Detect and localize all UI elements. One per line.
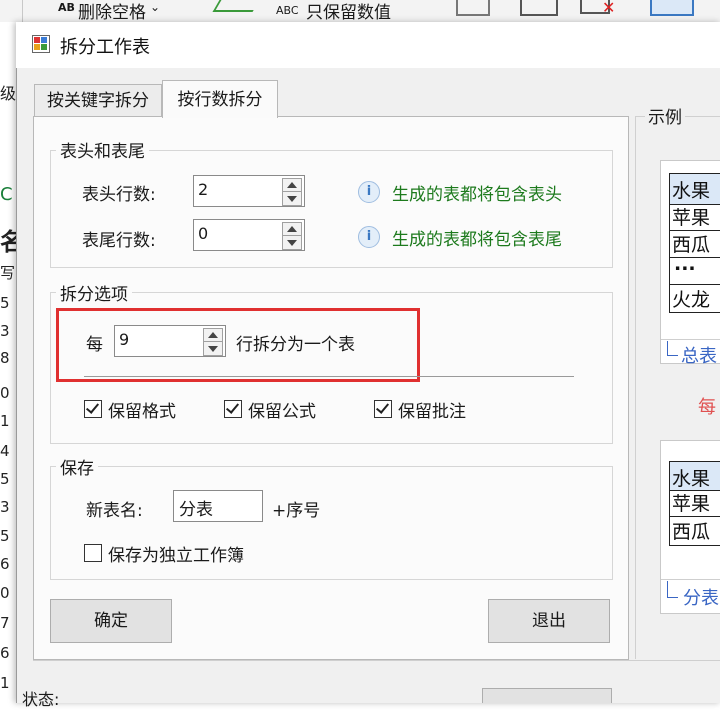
keep-comments-checkbox[interactable] [374,400,392,418]
dialog-title: 拆分工作表 [60,37,150,58]
keep-values-button[interactable]: 只保留数值 [306,0,391,23]
arrow-up-icon[interactable] [287,182,297,188]
list-item: 写 [0,264,16,282]
list-item: ... [669,253,720,285]
info-icon: i [358,181,380,203]
example-top-preview: 水果 苹果 西瓜 ... 火龙 总表 [660,160,720,367]
sheet-tab-total: 总表 [681,346,717,367]
header-rows-label: 表头行数: [82,185,156,205]
list-item: 8 [0,349,10,367]
footer-rows-value: 0 [198,224,209,243]
rows-suffix-label: 行拆分为一个表 [236,335,355,355]
example-bottom-preview: 水果 苹果 西瓜 分表 [660,440,720,614]
list-item: 西瓜 [669,516,720,546]
every-label: 每 [86,335,103,355]
table-icon [650,0,694,16]
sheet-name-label: 新表名: [86,501,143,521]
checkmark-icon [212,0,260,12]
spin-buttons[interactable] [203,328,223,356]
list-item: 水果 [669,461,720,491]
list-item: 级 [0,84,16,103]
header-info-text: 生成的表都将包含表头 [392,185,562,205]
delete-sheet-icon: ✕ [580,0,620,17]
rows-per-sheet-value: 9 [119,330,130,349]
list-item: 名 [0,228,16,256]
spin-buttons[interactable] [282,222,302,250]
list-item: 6 [0,644,10,662]
chevron-down-icon: ⌄ [150,0,161,14]
keep-formula-checkbox[interactable] [224,400,242,418]
list-item: 1 [0,412,10,430]
paste-icon [456,0,490,16]
ab-prefix: AB [58,1,75,14]
info-icon: i [358,226,380,248]
sheet-tab-split: 分表 [683,588,719,609]
list-item: 7 [0,614,10,632]
list-item: 1 [0,674,10,692]
example-legend: 示例 [645,103,685,128]
list-item: 0 [0,384,10,402]
independent-workbook-checkbox[interactable] [84,544,102,562]
header-footer-legend: 表头和表尾 [56,137,149,162]
list-item: 5 [0,527,10,545]
ok-button[interactable]: 确定 [50,599,172,643]
delete-spaces-button[interactable]: 删除空格 [78,0,146,23]
list-item: 5 [0,294,10,312]
example-arrow-text: 每 [698,397,716,418]
footer-rows-label: 表尾行数: [82,231,156,251]
split-options-legend: 拆分选项 [56,280,132,305]
list-item: 苹果 [669,203,720,231]
arrow-up-icon[interactable] [287,226,297,232]
list-item: 4 [0,442,10,460]
sheet-name-suffix: +序号 [272,501,321,521]
status-button[interactable] [482,688,612,703]
tab-row-split[interactable]: 按行数拆分 [162,80,278,118]
keep-formula-label: 保留公式 [248,402,316,422]
exit-button[interactable]: 退出 [488,599,610,643]
list-item: 火龙 [669,284,720,313]
list-item: 0 [0,584,10,602]
arrow-down-icon[interactable] [287,196,297,202]
header-rows-stepper[interactable]: 2 [193,175,305,207]
sheet-name-input[interactable]: 分表 [173,490,263,522]
divider [84,376,574,377]
abc-prefix: ABC [276,4,299,17]
keep-format-label: 保留格式 [108,402,176,422]
independent-workbook-label: 保存为独立工作簿 [108,546,244,566]
list-item: 5 [0,470,10,488]
list-item: 水果 [669,173,720,205]
keep-comments-label: 保留批注 [398,402,466,422]
app-icon [32,35,50,53]
keep-format-checkbox[interactable] [84,400,102,418]
arrow-down-icon[interactable] [208,346,218,352]
rows-per-sheet-stepper[interactable]: 9 [114,325,226,357]
ribbon-strip: AB 删除空格 ⌄ ABC 只保留数值 ✕ [0,0,720,23]
list-item: 3 [0,322,10,340]
list-item: 苹果 [669,489,720,517]
footer-rows-stepper[interactable]: 0 [193,219,305,251]
list-item: 6 [0,555,10,573]
divider [33,660,720,661]
status-label: 状态: [22,690,60,709]
sheet-name-value: 分表 [179,500,213,520]
header-rows-value: 2 [198,180,209,199]
list-item: C [0,184,13,205]
spin-buttons[interactable] [282,178,302,206]
save-legend: 保存 [56,454,98,479]
list-item: 3 [0,498,10,516]
footer-info-text: 生成的表都将包含表尾 [392,230,562,250]
tab-keyword-split[interactable]: 按关键字拆分 [34,84,162,117]
arrow-down-icon[interactable] [287,240,297,246]
sheet-icon [520,0,558,16]
arrow-up-icon[interactable] [208,332,218,338]
